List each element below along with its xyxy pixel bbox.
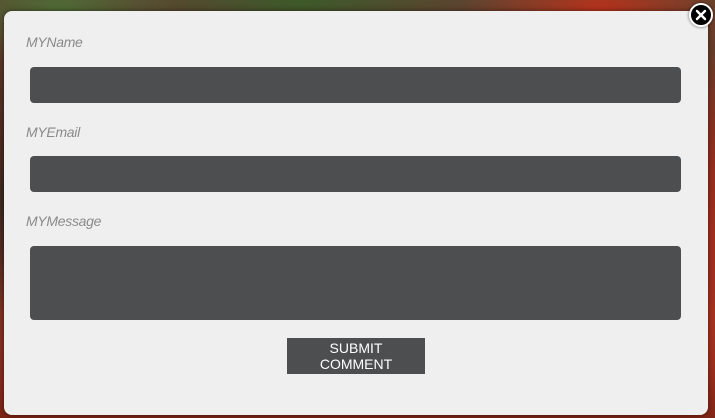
close-icon [695,9,707,21]
email-label: MYEmail [26,124,80,140]
name-field[interactable] [30,67,681,103]
message-label: MYMessage [26,213,102,229]
name-label: MYName [26,34,83,50]
close-button[interactable] [689,3,713,27]
email-field[interactable] [30,156,681,192]
message-field[interactable] [30,246,681,320]
comment-modal: MYName MYEmail MYMessage SUBMIT COMMENT [4,11,708,415]
submit-comment-button[interactable]: SUBMIT COMMENT [287,338,425,374]
